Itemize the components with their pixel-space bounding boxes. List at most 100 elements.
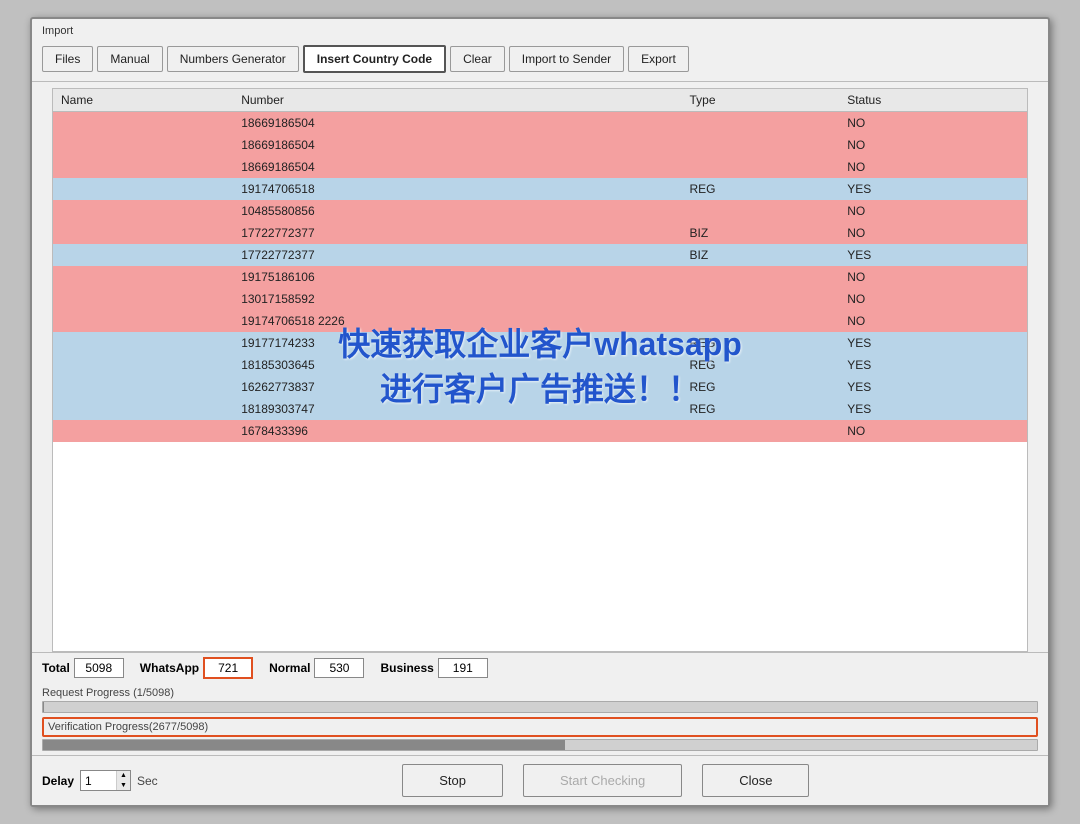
cell-number: 19175186106: [233, 266, 681, 288]
delay-input[interactable]: [81, 771, 116, 791]
table-row: 17722772377BIZNO: [53, 222, 1027, 244]
cell-status: YES: [839, 178, 1027, 200]
cell-status: YES: [839, 332, 1027, 354]
cell-name: [53, 310, 233, 332]
cell-number: 19174706518: [233, 178, 681, 200]
cell-number: 18189303747: [233, 398, 681, 420]
table-row: 19175186106NO: [53, 266, 1027, 288]
cell-status: NO: [839, 112, 1027, 134]
stats-row: Total 5098 WhatsApp 721 Normal 530 Busin…: [32, 652, 1048, 683]
table-row: 17722772377BIZYES: [53, 244, 1027, 266]
cell-name: [53, 244, 233, 266]
cell-status: NO: [839, 200, 1027, 222]
cell-number: 17722772377: [233, 222, 681, 244]
whatsapp-label: WhatsApp: [140, 661, 199, 675]
cell-name: [53, 354, 233, 376]
request-progress: Request Progress (1/5098): [42, 687, 1038, 713]
cell-type: [682, 112, 840, 134]
start-checking-button[interactable]: Start Checking: [523, 764, 682, 797]
insert-country-code-button[interactable]: Insert Country Code: [303, 45, 446, 73]
verification-progress-bar: [42, 739, 1038, 751]
business-label: Business: [380, 661, 433, 675]
cell-type: [682, 288, 840, 310]
cell-status: NO: [839, 156, 1027, 178]
col-name: Name: [53, 89, 233, 112]
action-buttons: Stop Start Checking Close: [174, 764, 1038, 797]
bottom-row: Delay ▲ ▼ Sec Stop Start Checking Close: [32, 755, 1048, 805]
manual-button[interactable]: Manual: [97, 46, 162, 72]
cell-type: REG: [682, 332, 840, 354]
cell-name: [53, 200, 233, 222]
table-row: 18669186504NO: [53, 112, 1027, 134]
cell-type: [682, 420, 840, 442]
cell-name: [53, 376, 233, 398]
cell-type: [682, 134, 840, 156]
cell-status: NO: [839, 288, 1027, 310]
cell-type: BIZ: [682, 222, 840, 244]
cell-number: 19177174233: [233, 332, 681, 354]
table-row: 13017158592NO: [53, 288, 1027, 310]
whatsapp-stat: WhatsApp 721: [140, 657, 253, 679]
cell-number: 16262773837: [233, 376, 681, 398]
cell-status: YES: [839, 376, 1027, 398]
cell-status: YES: [839, 354, 1027, 376]
request-progress-bar: [42, 701, 1038, 713]
cell-name: [53, 288, 233, 310]
stop-button[interactable]: Stop: [402, 764, 503, 797]
table-row: 10485580856NO: [53, 200, 1027, 222]
cell-number: 1678433396: [233, 420, 681, 442]
close-button[interactable]: Close: [702, 764, 809, 797]
table-row: 19174706518 2226 NO: [53, 310, 1027, 332]
cell-type: REG: [682, 398, 840, 420]
files-button[interactable]: Files: [42, 46, 93, 72]
import-to-sender-button[interactable]: Import to Sender: [509, 46, 624, 72]
delay-section: Delay ▲ ▼ Sec: [42, 770, 158, 792]
main-window: Import Files Manual Numbers Generator In…: [30, 17, 1050, 807]
numbers-generator-button[interactable]: Numbers Generator: [167, 46, 299, 72]
cell-type: REG: [682, 376, 840, 398]
verification-progress-label: Verification Progress(2677/5098): [42, 717, 1038, 737]
cell-type: [682, 156, 840, 178]
table-row: 18669186504 NO: [53, 156, 1027, 178]
cell-status: NO: [839, 134, 1027, 156]
cell-status: NO: [839, 420, 1027, 442]
section-label: Import: [32, 19, 1048, 39]
delay-down-button[interactable]: ▼: [117, 781, 130, 791]
cell-type: BIZ: [682, 244, 840, 266]
toolbar: Files Manual Numbers Generator Insert Co…: [32, 39, 1048, 82]
cell-number: 18669186504: [233, 134, 681, 156]
total-stat: Total 5098: [42, 658, 124, 678]
cell-name: [53, 332, 233, 354]
delay-label: Delay: [42, 774, 74, 788]
table-row: 18185303645REGYES: [53, 354, 1027, 376]
business-value: 191: [438, 658, 488, 678]
normal-value: 530: [314, 658, 364, 678]
cell-name: [53, 266, 233, 288]
progress-section: Request Progress (1/5098) Verification P…: [32, 683, 1048, 755]
cell-number: 18185303645: [233, 354, 681, 376]
cell-type: [682, 200, 840, 222]
col-type: Type: [682, 89, 840, 112]
cell-status: NO: [839, 222, 1027, 244]
cell-number: 19174706518 2226: [233, 310, 681, 332]
table-row: 18669186504 NO: [53, 134, 1027, 156]
cell-name: [53, 178, 233, 200]
data-table: Name Number Type Status 18669186504NO186…: [52, 88, 1028, 652]
delay-up-button[interactable]: ▲: [117, 771, 130, 781]
cell-name: [53, 398, 233, 420]
clear-button[interactable]: Clear: [450, 46, 505, 72]
table-row: 16262773837REGYES: [53, 376, 1027, 398]
cell-type: [682, 310, 840, 332]
total-label: Total: [42, 661, 70, 675]
export-button[interactable]: Export: [628, 46, 689, 72]
delay-input-wrapper: ▲ ▼: [80, 770, 131, 792]
business-stat: Business 191: [380, 658, 487, 678]
cell-number: 18669186504: [233, 156, 681, 178]
cell-status: NO: [839, 310, 1027, 332]
normal-label: Normal: [269, 661, 310, 675]
cell-type: REG: [682, 178, 840, 200]
cell-number: 17722772377: [233, 244, 681, 266]
col-status: Status: [839, 89, 1027, 112]
table-row: 18189303747REGYES: [53, 398, 1027, 420]
table-row: 19177174233REGYES: [53, 332, 1027, 354]
